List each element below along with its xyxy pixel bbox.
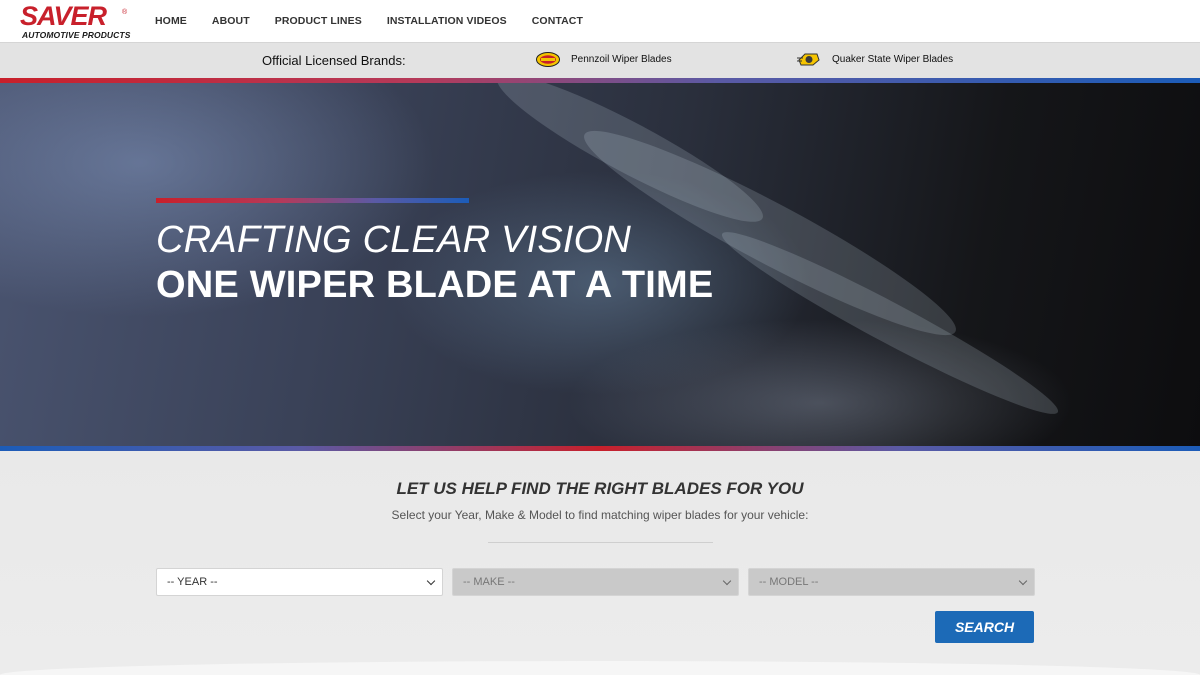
hero-banner: CRAFTING CLEAR VISION ONE WIPER BLADE AT… [0,83,1200,446]
search-button[interactable]: SEARCH [935,611,1034,643]
brand-label: Quaker State Wiper Blades [832,54,954,65]
blade-finder-section: LET US HELP FIND THE RIGHT BLADES FOR YO… [0,451,1200,675]
finder-divider [488,542,713,543]
site-header: SAVER ® AUTOMOTIVE PRODUCTS HOME ABOUT P… [0,0,1200,42]
model-select[interactable]: -- MODEL -- [748,568,1035,596]
quaker-state-logo-icon [797,53,820,66]
nav-installation-videos[interactable]: INSTALLATION VIDEOS [387,15,507,27]
hero-accent-bar [156,198,469,203]
brand-label: Pennzoil Wiper Blades [571,54,672,65]
make-select[interactable]: -- MAKE -- [452,568,739,596]
hero-headline-line2: ONE WIPER BLADE AT A TIME [156,264,714,306]
hero-water-spray [485,83,775,241]
hero-headline-line1: CRAFTING CLEAR VISION [156,219,632,261]
logo-wordmark: SAVER [20,1,107,31]
model-select-value: -- MODEL -- [759,576,819,588]
saver-logo[interactable]: SAVER ® AUTOMOTIVE PRODUCTS [18,1,131,40]
nav-about[interactable]: ABOUT [212,15,250,27]
make-select-value: -- MAKE -- [463,576,515,588]
pennzoil-logo-icon [536,52,560,67]
nav-product-lines[interactable]: PRODUCT LINES [275,15,362,27]
finder-subtitle: Select your Year, Make & Model to find m… [391,508,809,522]
brand-quaker-state-link[interactable]: Quaker State Wiper Blades [797,52,953,67]
chevron-down-icon [722,576,732,585]
nav-contact[interactable]: CONTACT [532,15,583,27]
brand-pennzoil-link[interactable]: Pennzoil Wiper Blades [536,52,672,67]
year-select-value: -- YEAR -- [167,576,218,588]
logo-tagline: AUTOMOTIVE PRODUCTS [22,30,131,40]
brands-title: Official Licensed Brands: [262,53,406,68]
finder-title: LET US HELP FIND THE RIGHT BLADES FOR YO… [396,479,804,498]
licensed-brands-bar: Official Licensed Brands: Pennzoil Wiper… [0,42,1200,78]
logo-registered-mark: ® [122,9,128,16]
nav-home[interactable]: HOME [155,15,187,27]
year-select[interactable]: -- YEAR -- [156,568,443,596]
hero-water-spray [712,216,1068,430]
chevron-down-icon [1018,576,1028,585]
main-nav: HOME ABOUT PRODUCT LINES INSTALLATION VI… [155,0,608,42]
chevron-down-icon [426,576,436,585]
section-wave-divider [0,661,1200,675]
